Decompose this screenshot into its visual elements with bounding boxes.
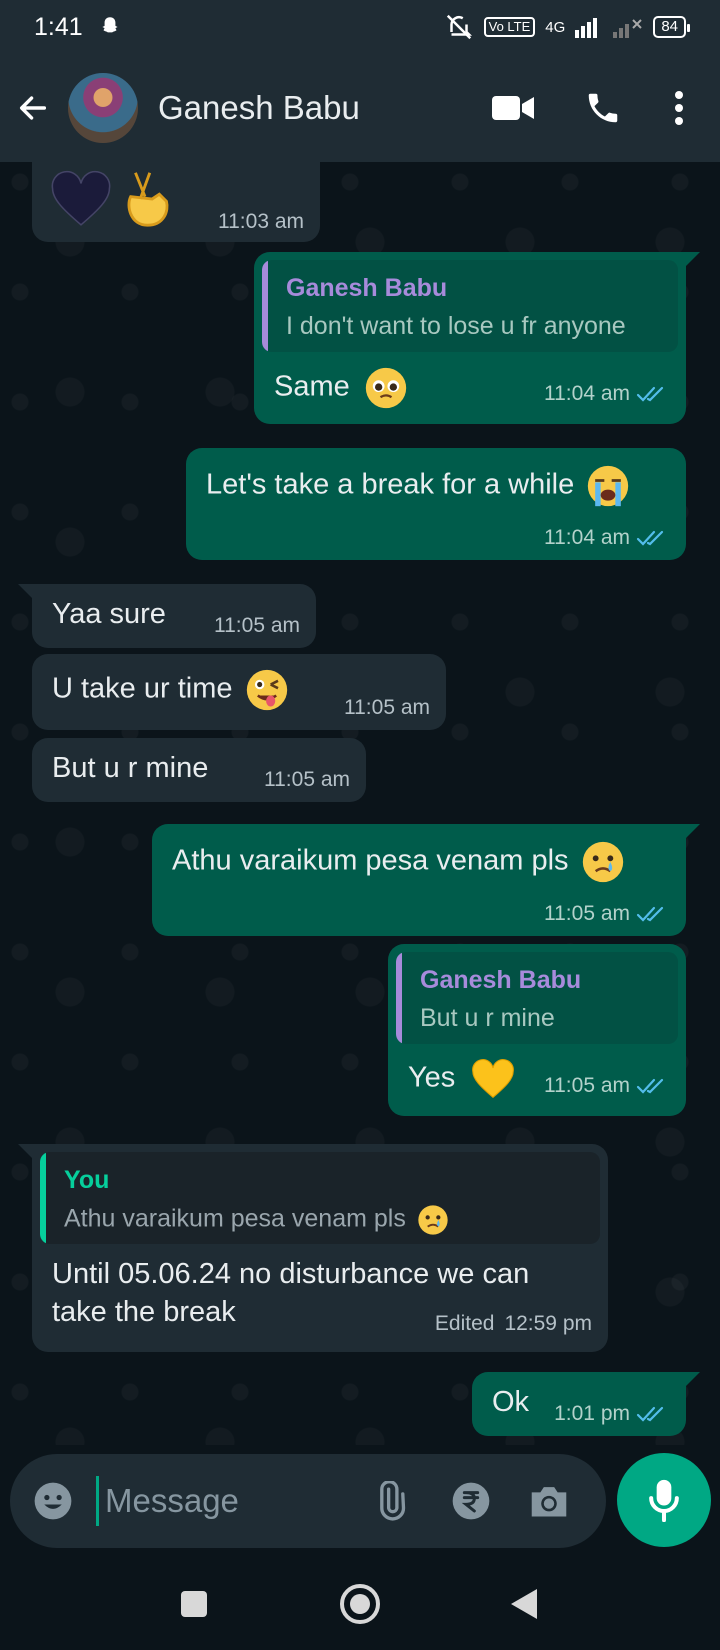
read-ticks-icon (636, 1406, 664, 1422)
message-outgoing[interactable]: Athu varaikum pesa venam pls 11:05 am (152, 824, 700, 936)
reply-sender: Ganesh Babu (286, 274, 448, 302)
camera-icon (531, 1487, 567, 1517)
crying-face-emoji (418, 1205, 448, 1235)
black-heart-emoji (51, 170, 111, 226)
read-ticks-icon (636, 1078, 664, 1094)
microphone-icon (649, 1479, 679, 1522)
back-nav-button[interactable] (502, 1582, 546, 1626)
message-time: 11:05 am (214, 614, 300, 637)
recents-button[interactable] (172, 1582, 216, 1626)
message-outgoing[interactable]: Ganesh Babu But u r mine Yes 11:05 am (388, 944, 686, 1116)
message-text: Yes (408, 1058, 515, 1100)
message-input[interactable]: Message (96, 1476, 346, 1526)
triangle-back-icon (511, 1589, 537, 1619)
voice-call-button[interactable] (568, 73, 638, 143)
status-time: 1:41 (34, 12, 83, 41)
read-ticks-icon (636, 530, 664, 546)
message-text-line-2: take the break (52, 1296, 236, 1328)
reply-quote[interactable]: Ganesh Babu But u r mine (396, 952, 678, 1044)
mute-icon (446, 14, 472, 40)
message-outgoing[interactable]: Ok 1:01 pm (472, 1372, 700, 1436)
network-type: 4G (545, 18, 566, 36)
message-time: 1:01 pm (554, 1402, 668, 1426)
more-vertical-icon (675, 91, 683, 125)
message-text: U take ur time (52, 668, 289, 712)
camera-button[interactable] (524, 1476, 574, 1526)
circle-home-icon (340, 1584, 380, 1624)
reply-sender: You (64, 1166, 110, 1194)
signal-icon (575, 18, 598, 38)
contact-name[interactable]: Ganesh Babu (158, 89, 478, 127)
home-button[interactable] (338, 1582, 382, 1626)
system-navigation-bar (0, 1558, 720, 1650)
edited-label: Edited (434, 1312, 495, 1335)
read-ticks-icon (636, 386, 664, 402)
phone-icon (588, 93, 618, 123)
volte-indicator: Vo LTE (483, 17, 536, 37)
message-incoming[interactable]: You Athu varaikum pesa venam pls Until 0… (18, 1144, 608, 1352)
signal-sim2-icon (613, 19, 643, 38)
voice-message-button[interactable] (617, 1453, 711, 1547)
video-camera-icon (492, 96, 534, 120)
loudly-crying-face-emoji (588, 465, 629, 507)
battery-indicator: 84 (653, 16, 690, 38)
winking-face-with-tongue-emoji (246, 669, 287, 711)
message-time: Edited 12:59 pm (434, 1312, 592, 1335)
emoji-button[interactable] (28, 1476, 78, 1526)
reply-quote[interactable]: Ganesh Babu I don't want to lose u fr an… (262, 260, 678, 352)
message-text-line-1: Until 05.06.24 no disturbance we can (52, 1258, 530, 1290)
message-incoming[interactable]: U take ur time 11:05 am (32, 654, 446, 730)
reply-text: But u r mine (420, 1004, 555, 1032)
reply-text: I don't want to lose u fr anyone (286, 312, 626, 340)
crying-face-emoji (582, 841, 623, 883)
message-text: Let's take a break for a while (206, 464, 630, 508)
message-time: 11:05 am (264, 768, 350, 791)
message-incoming[interactable]: 11:03 am (32, 162, 320, 242)
chat-area[interactable]: 11:03 am Ganesh Babu I don't want to los… (0, 162, 720, 1445)
contact-avatar[interactable] (68, 73, 138, 143)
message-text: Ok (492, 1386, 530, 1418)
back-button[interactable] (0, 75, 66, 141)
reply-quote[interactable]: You Athu varaikum pesa venam pls (40, 1152, 600, 1244)
message-text: Yaa sure (52, 598, 166, 630)
pleading-face-emoji (365, 367, 406, 409)
message-incoming[interactable]: But u r mine 11:05 am (32, 738, 366, 802)
rupee-icon (452, 1482, 490, 1520)
snapchat-icon (102, 17, 118, 33)
message-time: 11:04 am (544, 526, 668, 550)
message-time: 11:03 am (218, 210, 304, 233)
message-time: 11:05 am (344, 696, 430, 719)
more-options-button[interactable] (644, 73, 714, 143)
paperclip-icon (380, 1481, 406, 1521)
smiley-icon (34, 1482, 72, 1520)
payment-button[interactable] (446, 1476, 496, 1526)
square-icon (181, 1591, 207, 1617)
reply-text: Athu varaikum pesa venam pls (64, 1204, 449, 1236)
message-time: 11:04 am (544, 382, 668, 406)
chat-header: Ganesh Babu (0, 54, 720, 162)
yellow-heart-emoji (472, 1059, 515, 1099)
message-incoming[interactable]: Yaa sure 11:05 am (18, 584, 316, 648)
message-time: 11:05 am (544, 1074, 668, 1098)
attach-button[interactable] (366, 1476, 416, 1526)
message-outgoing[interactable]: Ganesh Babu I don't want to lose u fr an… (254, 252, 700, 424)
arrow-left-icon (19, 96, 47, 120)
message-time: 11:05 am (544, 902, 668, 926)
video-call-button[interactable] (478, 73, 548, 143)
crossed-fingers-emoji (127, 172, 169, 227)
message-text: But u r mine (52, 752, 209, 784)
message-composer: Message (10, 1454, 606, 1548)
message-text: Athu varaikum pesa venam pls (172, 840, 625, 884)
status-bar: 1:41 Vo LTE 4G 84 (0, 0, 720, 54)
message-outgoing[interactable]: Let's take a break for a while 11:04 am (186, 448, 686, 560)
message-text: Same (274, 366, 408, 410)
read-ticks-icon (636, 906, 664, 922)
reply-sender: Ganesh Babu (420, 966, 582, 994)
